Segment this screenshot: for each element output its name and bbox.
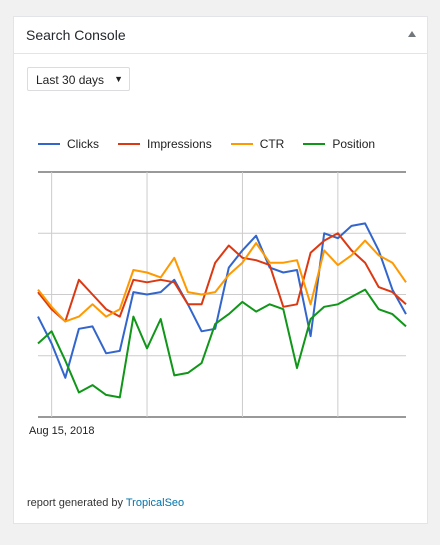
report-footer: report generated by TropicalSeo — [27, 497, 184, 509]
series-line-impressions — [37, 232, 407, 323]
footer-text: report generated by — [27, 497, 126, 509]
line-chart — [37, 171, 407, 418]
series-line-clicks — [37, 222, 407, 379]
tropicalseo-link[interactable]: TropicalSeo — [126, 497, 184, 509]
x-axis-tick-label: Aug 15, 2018 — [29, 425, 95, 437]
search-console-widget: Search Console Last 30 days ▼ Clicks Imp… — [13, 16, 428, 524]
